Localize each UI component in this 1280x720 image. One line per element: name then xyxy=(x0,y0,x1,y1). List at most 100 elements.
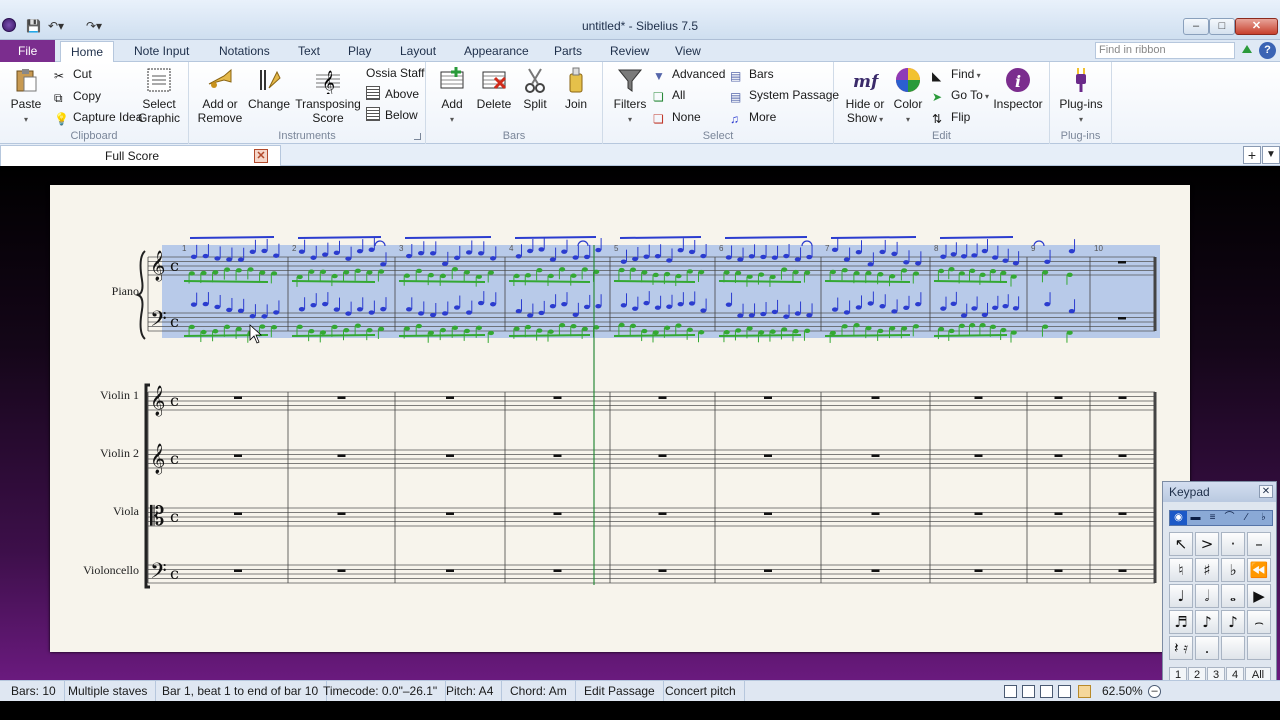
new-tab-button[interactable]: + xyxy=(1243,146,1261,164)
keypad-key[interactable]: ♩ xyxy=(1169,584,1193,608)
keypad-key[interactable]: ♭ xyxy=(1221,558,1245,582)
tab-play[interactable]: Play xyxy=(338,41,381,62)
bar-number: 7 xyxy=(825,244,830,253)
keypad-key[interactable] xyxy=(1221,636,1245,660)
slash-icon[interactable]: ∕ xyxy=(1238,511,1255,525)
join-bar-button[interactable]: Join xyxy=(556,66,596,111)
transposing-score-button[interactable]: 𝄞 Transposing Score xyxy=(293,66,363,125)
plugins-button[interactable]: Plug-ins ▾ xyxy=(1056,66,1106,127)
eye-icon[interactable]: ◉ xyxy=(1170,511,1187,525)
find-button[interactable]: ◣ Find ▾ xyxy=(932,65,981,83)
hide-show-button[interactable]: mf Hide or Show ▾ xyxy=(840,66,890,127)
tab-view[interactable]: View xyxy=(665,41,711,62)
tab-text[interactable]: Text xyxy=(288,41,330,62)
keypad-key[interactable] xyxy=(1247,636,1271,660)
view-mode-icon-4[interactable] xyxy=(1058,685,1071,698)
view-mode-icon-1[interactable] xyxy=(1004,685,1017,698)
keypad-key[interactable]: – xyxy=(1247,532,1271,556)
tie-icon[interactable]: ⌒ xyxy=(1221,511,1238,525)
keypad-key[interactable]: ♪ xyxy=(1221,610,1245,634)
select-bars-button[interactable]: ▤ Bars xyxy=(730,65,774,83)
lh-voice1-note xyxy=(430,312,436,318)
close-tab-icon[interactable]: ✕ xyxy=(254,149,268,163)
tab-file[interactable]: File xyxy=(0,40,56,62)
keypad-key[interactable]: ⏪ xyxy=(1247,558,1271,582)
flat-icon[interactable]: ♭ xyxy=(1255,511,1272,525)
close-button[interactable]: ✕ xyxy=(1235,18,1278,35)
ossia-above-button[interactable]: Above xyxy=(366,85,419,103)
score-canvas[interactable]: PianoViolin 1Violin 2ViolaVioloncello𝄞 c𝄢… xyxy=(50,185,1190,652)
tab-parts[interactable]: Parts xyxy=(544,41,592,62)
lh-voice1-note xyxy=(1002,304,1009,309)
rest-icon[interactable]: ▬ xyxy=(1187,511,1204,525)
ossia-below-button[interactable]: Below xyxy=(366,106,418,124)
select-none-button[interactable]: ❏ None xyxy=(653,108,701,126)
keypad-key[interactable]: ♯ xyxy=(1195,558,1219,582)
minimize-ribbon-icon[interactable] xyxy=(1242,45,1252,53)
keypad-key[interactable]: ♮ xyxy=(1169,558,1193,582)
keypad-key[interactable]: ♪ xyxy=(1195,610,1219,634)
tab-review[interactable]: Review xyxy=(600,41,659,62)
maximize-button[interactable]: □ xyxy=(1209,18,1235,35)
score-page[interactable]: Piano Violin 1 Violin 2 Viola Violoncello 𝄞 c 𝄢… xyxy=(50,185,1190,652)
lh-voice2-note xyxy=(781,327,788,332)
add-bar-button[interactable]: Add ▾ xyxy=(432,66,472,127)
flip-button[interactable]: ⇅ Flip xyxy=(932,108,970,126)
tab-full-score[interactable]: Full Score ✕ xyxy=(0,145,281,166)
zoom-level[interactable]: 62.50% xyxy=(1094,681,1151,702)
rh-voice2-note xyxy=(853,271,860,276)
status-timecode: Timecode: 0.0"–26.1" xyxy=(315,681,447,702)
system-passage-button[interactable]: ▤ System Passage xyxy=(730,86,839,104)
view-mode-icon-active[interactable] xyxy=(1078,685,1091,698)
keypad-key[interactable]: ⌢ xyxy=(1247,610,1271,634)
keypad-key[interactable]: ▶ xyxy=(1247,584,1271,608)
help-icon[interactable]: ? xyxy=(1259,42,1276,59)
lh-voice1-note xyxy=(960,313,967,318)
color-button[interactable]: Color ▾ xyxy=(890,66,926,127)
select-all-button[interactable]: ❏ All xyxy=(653,86,685,104)
keypad-key[interactable]: 𝅝 xyxy=(1221,584,1245,608)
go-to-button[interactable]: ➤ Go To ▾ xyxy=(932,86,989,104)
lh-voice1-note xyxy=(771,309,778,315)
advanced-select-button[interactable]: ▼ Advanced xyxy=(653,65,725,83)
rh-voice2-note xyxy=(428,272,434,278)
change-instrument-button[interactable]: Change xyxy=(247,66,291,111)
view-mode-icon-3[interactable] xyxy=(1040,685,1053,698)
rh-voice2-note xyxy=(630,267,637,272)
filters-button[interactable]: Filters ▾ xyxy=(609,66,651,127)
delete-bar-button[interactable]: Delete xyxy=(474,66,514,111)
add-remove-button[interactable]: Add or Remove xyxy=(195,66,245,125)
rh-voice1-note xyxy=(992,255,999,260)
keypad-key[interactable]: > xyxy=(1195,532,1219,556)
tab-menu-button[interactable]: ▼ xyxy=(1262,146,1280,164)
keypad-key[interactable]: 𝄽 𝄿 xyxy=(1169,636,1193,660)
tab-note-input[interactable]: Note Input xyxy=(124,41,199,62)
tab-appearance[interactable]: Appearance xyxy=(454,41,539,62)
repeat-icon[interactable]: ≡ xyxy=(1204,511,1221,525)
keypad-title-bar[interactable]: Keypad ✕ xyxy=(1163,482,1276,502)
capture-idea-button[interactable]: 💡 Capture Idea xyxy=(54,108,142,126)
score-view[interactable]: Piano Violin 1 Violin 2 Viola Violoncello 𝄞 c 𝄢… xyxy=(0,166,1280,680)
tab-home[interactable]: Home xyxy=(60,41,115,62)
minimize-button[interactable]: – xyxy=(1183,18,1209,35)
select-more-button[interactable]: ♫ More xyxy=(730,108,776,126)
tab-notations[interactable]: Notations xyxy=(209,41,280,62)
inspector-button[interactable]: i Inspector xyxy=(990,66,1046,111)
tab-layout[interactable]: Layout xyxy=(390,41,446,62)
keypad-key[interactable]: · xyxy=(1221,532,1245,556)
keypad-key[interactable]: 𝅗𝅥 xyxy=(1195,584,1219,608)
copy-icon: ⧉ xyxy=(54,91,63,105)
copy-button[interactable]: ⧉ Copy xyxy=(54,87,101,105)
view-mode-icon-2[interactable] xyxy=(1022,685,1035,698)
rh-voice1-note xyxy=(1068,248,1075,254)
cut-button[interactable]: ✂ Cut xyxy=(54,65,92,83)
keypad-key[interactable]: ♬ xyxy=(1169,610,1193,634)
zoom-out-icon[interactable]: – xyxy=(1148,685,1161,698)
keypad-close-button[interactable]: ✕ xyxy=(1259,485,1273,498)
keypad-key[interactable]: ↖ xyxy=(1169,532,1193,556)
keypad-key[interactable]: . xyxy=(1195,636,1219,660)
ribbon-search-input[interactable]: Find in ribbon xyxy=(1095,42,1235,59)
split-bar-button[interactable]: Split xyxy=(516,66,554,111)
select-graphic-button[interactable]: Select Graphic xyxy=(136,66,182,125)
paste-button[interactable]: Paste ▾ xyxy=(6,66,46,127)
